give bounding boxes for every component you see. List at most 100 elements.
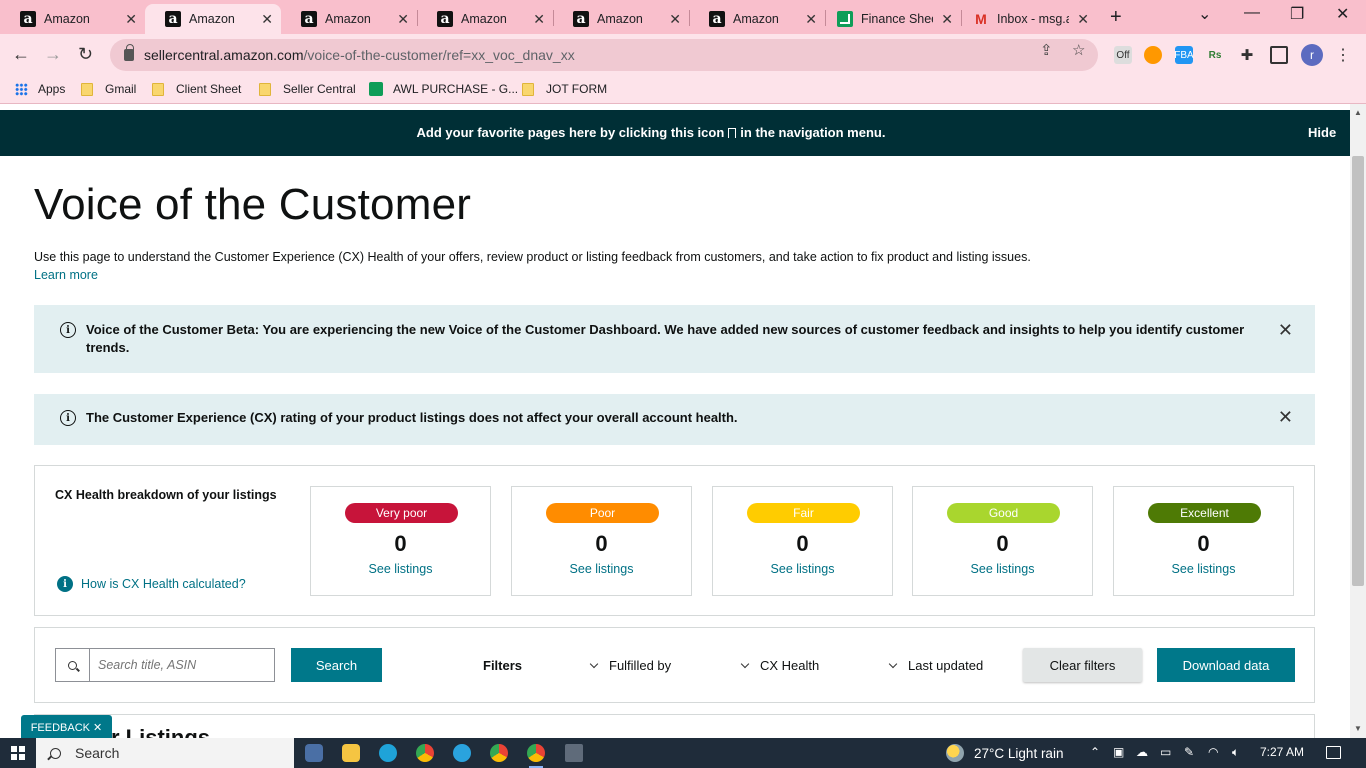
close-tab-icon[interactable]: ✕ [1077, 11, 1089, 28]
search-box [55, 648, 275, 682]
search-input[interactable] [90, 649, 274, 681]
side-panel-icon[interactable] [1270, 46, 1288, 64]
search-icon [50, 747, 61, 759]
task-view-icon[interactable] [305, 744, 323, 762]
browser-tab-5[interactable]: a Amazon ✕ [553, 4, 689, 34]
last-updated-dropdown[interactable]: Last updated [888, 658, 983, 673]
tray-chevron-up-icon[interactable]: ⌃ [1090, 745, 1100, 759]
battery-icon[interactable]: ▭ [1160, 745, 1171, 759]
browser-tab-3[interactable]: a Amazon ✕ [281, 4, 417, 34]
close-tab-icon[interactable]: ✕ [125, 11, 137, 28]
download-data-button[interactable]: Download data [1157, 648, 1295, 682]
volume-icon[interactable]: 🔈︎ [1232, 745, 1239, 760]
clear-filters-button[interactable]: Clear filters [1023, 648, 1142, 682]
new-tab-icon[interactable]: + [1110, 6, 1122, 29]
see-listings-link[interactable]: See listings [913, 562, 1092, 576]
browser-tab-4[interactable]: a Amazon ✕ [417, 4, 553, 34]
scrollbar-thumb[interactable] [1352, 156, 1364, 586]
onedrive-cloud-icon[interactable]: ☁ [1136, 745, 1148, 759]
see-listings-link[interactable]: See listings [512, 562, 691, 576]
bookmark-label: Seller Central [283, 82, 356, 96]
share-icon[interactable]: ⇪ [1040, 41, 1053, 59]
scroll-down-arrow-icon[interactable]: ▼ [1354, 724, 1362, 733]
see-listings-link[interactable]: See listings [311, 562, 490, 576]
browser-tab-6[interactable]: a Amazon ✕ [689, 4, 825, 34]
pen-icon[interactable]: ✎ [1184, 745, 1194, 759]
extension-orange-icon[interactable] [1144, 46, 1162, 64]
fulfilled-by-dropdown[interactable]: Fulfilled by [589, 658, 671, 673]
see-listings-link[interactable]: See listings [713, 562, 892, 576]
close-alert-icon[interactable]: ✕ [1278, 320, 1293, 341]
bookmark-label: Client Sheet [176, 82, 242, 96]
extension-fba-icon[interactable]: FBA [1174, 46, 1194, 64]
bookmark-awl-purchase[interactable]: AWL PURCHASE - G... [369, 82, 518, 96]
weather-widget[interactable]: 27°C Light rain [946, 744, 1063, 762]
bookmark-client-sheet[interactable]: Client Sheet [152, 82, 241, 96]
cx-pill-good: Good [947, 503, 1060, 523]
chrome-active-icon[interactable] [527, 744, 545, 768]
learn-more-link[interactable]: Learn more [34, 268, 98, 282]
folder-icon [522, 82, 534, 96]
bookmark-star-icon[interactable]: ☆ [1072, 41, 1085, 59]
close-alert-icon[interactable]: ✕ [1278, 407, 1293, 428]
back-arrow-icon[interactable]: ← [12, 44, 30, 65]
windows-start-icon[interactable] [11, 746, 25, 760]
dropdown-label: CX Health [760, 658, 820, 673]
browser-tab-finance-sheet[interactable]: Finance Shee ✕ [825, 4, 961, 34]
close-tab-icon[interactable]: ✕ [941, 11, 953, 28]
meet-now-icon[interactable]: ▣ [1113, 745, 1124, 759]
close-tab-icon[interactable]: ✕ [397, 11, 409, 28]
page-scrollbar[interactable]: ▲ ▼ [1350, 104, 1366, 738]
wifi-icon[interactable]: ◠ [1208, 745, 1218, 759]
reload-icon[interactable]: ↻ [78, 44, 93, 65]
search-filter-bar: Search Filters Fulfilled by CX Health La… [34, 627, 1315, 703]
browser-tab-2-active[interactable]: a Amazon ✕ [145, 4, 281, 34]
tab-title: Amazon [44, 12, 90, 26]
chrome-icon[interactable] [416, 744, 434, 762]
cx-health-calculation-link[interactable]: i How is CX Health calculated? [57, 576, 246, 592]
minimize-icon[interactable]: — [1244, 4, 1260, 22]
bookmark-label: Apps [38, 82, 66, 96]
browser-tab-1[interactable]: a Amazon ✕ [0, 4, 145, 34]
bookmark-jot-form[interactable]: JOT FORM [522, 82, 607, 96]
amazon-icon: a [165, 11, 181, 27]
file-explorer-icon[interactable] [342, 744, 360, 762]
bookmark-apps[interactable]: Apps [15, 82, 65, 96]
telegram-icon[interactable] [453, 744, 471, 762]
see-listings-link[interactable]: See listings [1114, 562, 1293, 576]
close-tab-icon[interactable]: ✕ [805, 11, 817, 28]
restore-icon[interactable]: ❐ [1290, 4, 1304, 24]
browser-menu-icon[interactable]: ⋮ [1334, 46, 1352, 64]
bookmark-gmail[interactable]: Gmail [81, 82, 136, 96]
taskbar-clock[interactable]: 7:27 AM [1260, 745, 1304, 759]
tab-title: Amazon [189, 12, 235, 26]
close-tab-icon[interactable]: ✕ [261, 11, 273, 28]
feedback-button[interactable]: FEEDBACK ✕ [21, 715, 112, 740]
profile-avatar[interactable]: r [1301, 44, 1323, 66]
calculator-icon[interactable] [565, 744, 583, 762]
chrome-icon[interactable] [490, 744, 508, 762]
taskbar-search[interactable]: Search [36, 738, 294, 768]
browser-tab-inbox[interactable]: M Inbox - msg.a ✕ [961, 4, 1097, 34]
page-intro: Use this page to understand the Customer… [34, 250, 1031, 264]
extensions-puzzle-icon[interactable]: ✚ [1238, 46, 1256, 64]
close-tab-icon[interactable]: ✕ [669, 11, 681, 28]
hide-favorites-button[interactable]: Hide [1308, 125, 1336, 140]
close-tab-icon[interactable]: ✕ [533, 11, 545, 28]
bookmark-seller-central[interactable]: Seller Central [259, 82, 356, 96]
forward-arrow-icon[interactable]: → [44, 44, 62, 65]
cx-health-dropdown[interactable]: CX Health [740, 658, 820, 673]
extension-off-icon[interactable]: Off [1114, 46, 1132, 64]
edge-icon[interactable] [379, 744, 397, 762]
gmail-icon: M [975, 11, 987, 27]
search-button[interactable]: Search [291, 648, 382, 682]
address-bar[interactable]: sellercentral.amazon.com/voice-of-the-cu… [110, 39, 1098, 71]
tab-title: Amazon [461, 12, 507, 26]
extension-rs-icon[interactable]: Rs [1206, 46, 1224, 64]
browser-tab-bar: a Amazon ✕ a Amazon ✕ a Amazon ✕ a Amazo… [0, 0, 1366, 34]
tab-search-chevron-icon[interactable]: ⌄ [1198, 4, 1211, 24]
window-close-icon[interactable]: ✕ [1336, 4, 1349, 24]
notification-icon[interactable] [1326, 746, 1341, 759]
info-icon: i [60, 322, 76, 338]
scroll-up-arrow-icon[interactable]: ▲ [1354, 108, 1362, 117]
